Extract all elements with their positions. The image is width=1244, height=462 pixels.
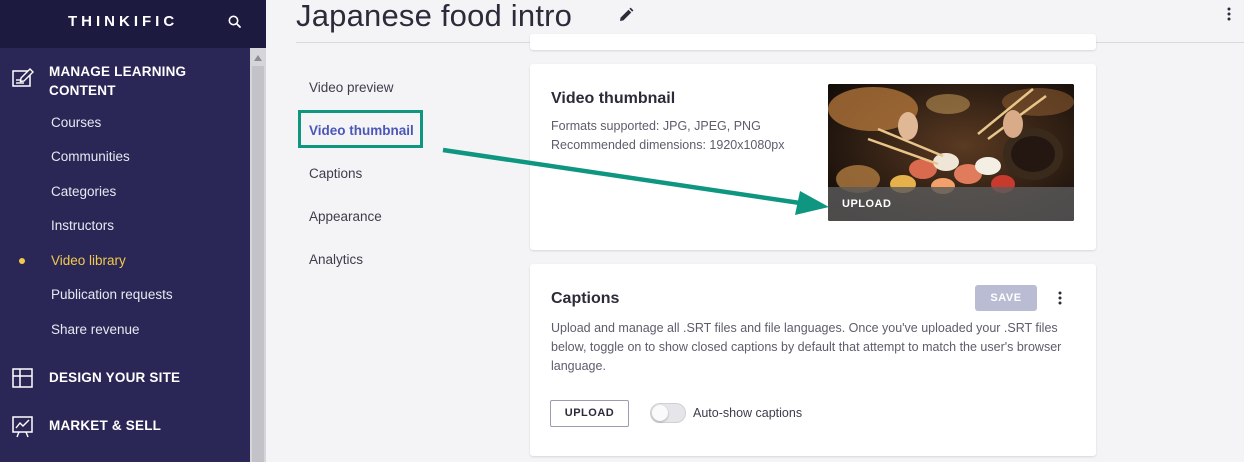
auto-show-captions-toggle[interactable] (650, 403, 686, 423)
formats-text: Formats supported: JPG, JPEG, PNG (551, 119, 761, 133)
captions-upload-button[interactable]: UPLOAD (550, 400, 629, 427)
captions-description: Upload and manage all .SRT files and fil… (551, 321, 1062, 373)
sidebar-nav: MANAGE LEARNING CONTENT Courses Communit… (0, 48, 250, 462)
section-label: MANAGE LEARNING CONTENT (49, 64, 187, 98)
thumbnail-upload-button[interactable]: UPLOAD (842, 198, 891, 210)
more-vertical-icon[interactable] (1224, 6, 1234, 27)
sidebar-item-courses[interactable]: Courses (51, 115, 101, 130)
sidebar: THINKIFIC MANAGE LEARNING CONTENT Course… (0, 0, 266, 462)
sidebar-item-instructors[interactable]: Instructors (51, 218, 114, 233)
subnav-analytics[interactable]: Analytics (309, 252, 363, 267)
more-vertical-icon[interactable] (1055, 290, 1065, 311)
brand-logo[interactable]: THINKIFIC (68, 13, 178, 30)
thumbnail-image[interactable]: UPLOAD (828, 84, 1074, 221)
subnav-appearance[interactable]: Appearance (309, 209, 382, 224)
captions-card: Captions SAVE Upload and manage all .SRT… (530, 264, 1096, 456)
save-button[interactable]: SAVE (975, 285, 1037, 311)
card-title: Captions (551, 290, 620, 307)
thumbnail-upload-bar[interactable]: UPLOAD (828, 187, 1074, 221)
sidebar-item-video-library[interactable]: Video library (51, 253, 126, 268)
video-thumbnail-card: Video thumbnail Formats supported: JPG, … (530, 64, 1096, 250)
video-preview-card (530, 34, 1096, 50)
chart-icon (11, 416, 35, 438)
card-title: Video thumbnail (551, 90, 676, 107)
scroll-up-arrow-icon[interactable] (254, 55, 262, 61)
search-icon[interactable] (227, 14, 243, 35)
section-label: MARKET & SELL (49, 418, 162, 433)
highlight-box (298, 110, 423, 148)
layout-icon (11, 368, 35, 390)
active-indicator (19, 258, 25, 264)
edit-note-icon (11, 68, 35, 90)
toggle-knob (652, 405, 668, 421)
sidebar-item-publication-requests[interactable]: Publication requests (51, 287, 173, 302)
dimensions-text: Recommended dimensions: 1920x1080px (551, 138, 785, 152)
sidebar-item-share-revenue[interactable]: Share revenue (51, 322, 140, 337)
page-title: Japanese food intro (296, 0, 573, 33)
scrollbar-thumb[interactable] (252, 66, 264, 462)
sidebar-item-communities[interactable]: Communities (51, 149, 130, 164)
sidebar-item-categories[interactable]: Categories (51, 184, 116, 199)
subnav-video-preview[interactable]: Video preview (309, 80, 394, 95)
brand-bar: THINKIFIC (0, 0, 266, 48)
toggle-label: Auto-show captions (693, 406, 803, 420)
section-label: DESIGN YOUR SITE (49, 370, 181, 385)
subnav-captions[interactable]: Captions (309, 166, 362, 181)
pencil-icon[interactable] (617, 6, 635, 29)
